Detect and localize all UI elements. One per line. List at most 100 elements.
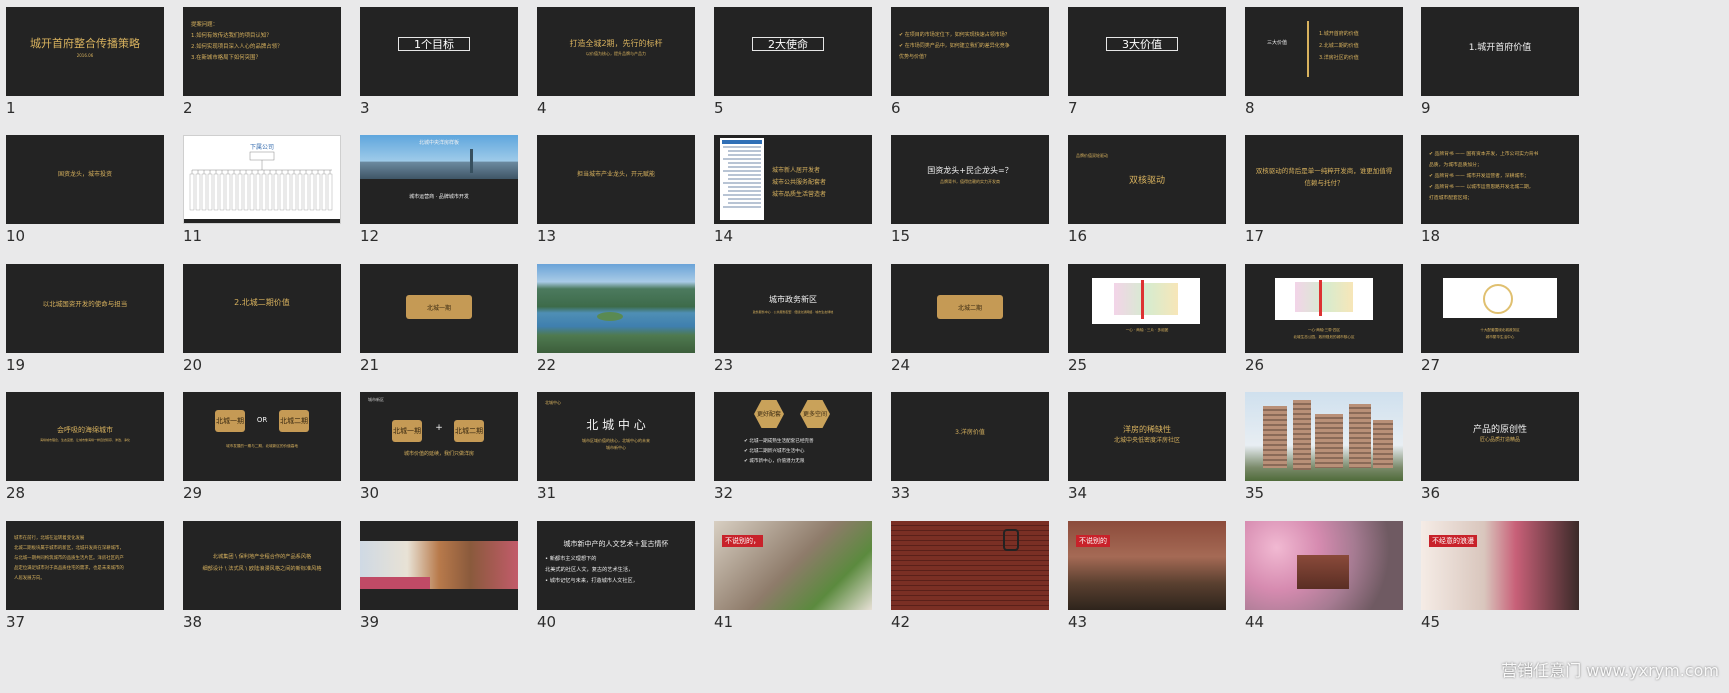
slide-preview[interactable] [1245, 392, 1403, 481]
slide-thumbnail-39[interactable]: 39 [360, 521, 518, 632]
slide-preview[interactable]: 三大价值 1.城开首府的价值 2.北城二期的价值 3.洋房社区的价值 [1245, 7, 1403, 96]
slide-preview[interactable]: 城市新人居开发者 城市公共服务配套者 城市品质生活营造者 [714, 135, 872, 224]
slide-preview[interactable]: 产品的原创性 匠心品质打造精品 [1421, 392, 1579, 481]
title-pill: 北城二期 [937, 295, 1003, 319]
slide-preview[interactable]: 北城二期 [891, 264, 1049, 353]
slide-thumbnail-15[interactable]: 国资龙头+民企龙头=？ 品牌背书，值得信赖的实力开发商 15 [891, 135, 1049, 246]
slide-thumbnail-40[interactable]: 城市新中产的人文艺术＋复古情怀 • 新都市主义理想下的 北美式的社区人文，复古的艺… [537, 521, 695, 632]
title-box: 1个目标 [398, 37, 470, 51]
slide-thumbnail-17[interactable]: 双核驱动的背后是单一纯粹开发商，谁更加值得 信赖与托付？ 17 [1245, 135, 1403, 246]
slide-number: 14 [714, 227, 734, 245]
slide-thumbnail-41[interactable]: 不说别的， 41 [714, 521, 872, 632]
slide-thumbnail-19[interactable]: 以北城国资开发的使命与担当 19 [6, 264, 164, 375]
slide-thumbnail-45[interactable]: 不经意的浪漫 45 [1421, 521, 1579, 632]
slide-preview[interactable]: 1个目标 [360, 7, 518, 96]
slide-preview[interactable]: 北城中央洋房样板 城市运营商 · 品牌城市开发 [360, 135, 518, 224]
slide-preview[interactable]: 国资龙头+民企龙头=？ 品牌背书，值得信赖的实力开发商 [891, 135, 1049, 224]
slide-thumbnail-27[interactable]: 十大配套围绕北城政务区 城市繁华生活中心 27 [1421, 264, 1579, 375]
slide-preview[interactable]: 打造全城2期，先行的标杆 以价值为核心，提升品牌与产品力 [537, 7, 695, 96]
slide-number: 21 [360, 356, 380, 374]
slide-thumbnail-8[interactable]: 三大价值 1.城开首府的价值 2.北城二期的价值 3.洋房社区的价值 8 [1245, 7, 1403, 118]
slide-thumbnail-25[interactable]: 一心 · 两轴 · 三片 · 多组团 25 [1068, 264, 1226, 375]
slide-preview[interactable]: 双核驱动的背后是单一纯粹开发商，谁更加值得 信赖与托付？ [1245, 135, 1403, 224]
slide-preview[interactable] [537, 264, 695, 353]
slide-thumbnail-6[interactable]: ✔ 在项目的市场定位下，如何实现快速占领市场？ ✔ 在市场同类产品中，如何建立我们… [891, 7, 1049, 118]
slide-thumbnail-36[interactable]: 产品的原创性 匠心品质打造精品 36 [1421, 392, 1579, 503]
slide-preview[interactable]: 城开首府整合传播策略 2016.06 [6, 7, 164, 96]
slide-thumbnail-21[interactable]: 北城一期 21 [360, 264, 518, 375]
slide-thumbnail-1[interactable]: 城开首府整合传播策略 2016.06 1 [6, 7, 164, 118]
slide-preview[interactable]: 以北城国资开发的使命与担当 [6, 264, 164, 353]
slide-thumbnail-9[interactable]: 1.城开首府价值 9 [1421, 7, 1579, 118]
slide-preview[interactable] [1245, 521, 1403, 610]
slide-preview[interactable]: 提案问题： 1.如何有效传达我们的项目认知？ 2.如何实现项目深入人心的品牌占领？ 3… [183, 7, 341, 96]
slide-thumbnail-26[interactable]: 一心·两轴·三带·四区 北城生态公园，政府规划的城市核心区 26 [1245, 264, 1403, 375]
slide-thumbnail-18[interactable]: ✔ 品牌背书 —— 国有资本开发，上市公司实力背书 品质，为城市品质加分； ✔ 品… [1421, 135, 1579, 246]
slide-preview[interactable] [360, 521, 518, 610]
slide-thumbnail-2[interactable]: 提案问题： 1.如何有效传达我们的项目认知？ 2.如何实现项目深入人心的品牌占领？ 3… [183, 7, 341, 118]
slide-text-line: 细部设计 \ 法式风 \ 欧陆浪漫风格之间的新标准风格 [202, 566, 322, 572]
slide-thumbnail-13[interactable]: 担当城市产业龙头，开元赋能 13 [537, 135, 695, 246]
slide-thumbnail-3[interactable]: 1个目标 3 [360, 7, 518, 118]
slide-preview[interactable]: 不经意的浪漫 [1421, 521, 1579, 610]
slide-preview[interactable]: 下属公司 [183, 135, 341, 224]
slide-thumbnail-31[interactable]: 北城中心北 城 中 心城市区域价值的核心，北城中心的未来 城市新中心 31 [537, 392, 695, 503]
slide-preview[interactable]: 1.城开首府价值 [1421, 7, 1579, 96]
slide-title: 城开首府整合传播策略 [30, 37, 140, 50]
slide-thumbnail-14[interactable]: 城市新人居开发者 城市公共服务配套者 城市品质生活营造者 14 [714, 135, 872, 246]
slide-thumbnail-4[interactable]: 打造全城2期，先行的标杆 以价值为核心，提升品牌与产品力 4 [537, 7, 695, 118]
slide-thumbnail-16[interactable]: 品牌价值双轮驱动 双核驱动 16 [1068, 135, 1226, 246]
slide-thumbnail-11[interactable]: 下属公司 11 [183, 135, 341, 246]
slide-thumbnail-32[interactable]: 更好配套 更多空间 ✔ 北城一期成熟生活配套已经完善 ✔ 北城二期新兴城市生活中心 ✔ … [714, 392, 872, 503]
slide-thumbnail-30[interactable]: 城市新区 北城一期 北城二期 + 城市价值的延续，我们只做洋房 30 [360, 392, 518, 503]
slide-preview[interactable]: 北城一期 北城二期 OR 城市发展的一期与二期，北城新区的价值高地 [183, 392, 341, 481]
slide-preview[interactable]: 城市政务新区 政务服务中心 · 公共服务配套 · 便捷交通网络 · 城市生态绿地 [714, 264, 872, 353]
slide-thumbnail-22[interactable]: 22 [537, 264, 695, 375]
slide-thumbnail-35[interactable]: 35 [1245, 392, 1403, 503]
slide-preview[interactable]: ✔ 品牌背书 —— 国有资本开发，上市公司实力背书 品质，为城市品质加分； ✔ 品… [1421, 135, 1579, 224]
slide-thumbnail-44[interactable]: 44 [1245, 521, 1403, 632]
slide-preview[interactable]: 3大价值 [1068, 7, 1226, 96]
slide-preview[interactable] [891, 521, 1049, 610]
slide-preview[interactable]: 一心·两轴·三带·四区 北城生态公园，政府规划的城市核心区 [1245, 264, 1403, 353]
slide-preview[interactable]: 3.洋房价值 [891, 392, 1049, 481]
slide-text-line: 1.城开首府的价值 [1319, 31, 1359, 37]
slide-preview[interactable]: 城市新区 北城一期 北城二期 + 城市价值的延续，我们只做洋房 [360, 392, 518, 481]
slide-preview[interactable]: 2大使命 [714, 7, 872, 96]
slide-thumbnail-24[interactable]: 北城二期 24 [891, 264, 1049, 375]
slide-thumbnail-34[interactable]: 洋房的稀缺性 北城中央低密度洋房社区 34 [1068, 392, 1226, 503]
slide-preview[interactable]: 国资龙头，城市投资 [6, 135, 164, 224]
slide-thumbnail-42[interactable]: 42 [891, 521, 1049, 632]
slide-text-line: ✔ 品牌背书 —— 以城市运营思路开发北城二期， [1429, 185, 1534, 190]
slide-number: 41 [714, 613, 734, 631]
slide-preview[interactable]: ✔ 在项目的市场定位下，如何实现快速占领市场？ ✔ 在市场同类产品中，如何建立我们… [891, 7, 1049, 96]
slide-thumbnail-28[interactable]: 会呼吸的海绵城市 海绵城市理念，生态宜居，让城市像海绵一样自然积存、渗透、净化 28 [6, 392, 164, 503]
slide-preview[interactable]: 会呼吸的海绵城市 海绵城市理念，生态宜居，让城市像海绵一样自然积存、渗透、净化 [6, 392, 164, 481]
slide-thumbnail-38[interactable]: 北城集团 \ 保利地产全程合作的产品系风格 细部设计 \ 法式风 \ 欧陆浪漫风格… [183, 521, 341, 632]
slide-preview[interactable]: 十大配套围绕北城政务区 城市繁华生活中心 [1421, 264, 1579, 353]
slide-preview[interactable]: 北城集团 \ 保利地产全程合作的产品系风格 细部设计 \ 法式风 \ 欧陆浪漫风格… [183, 521, 341, 610]
slide-preview[interactable]: 2.北城二期价值 [183, 264, 341, 353]
slide-thumbnail-7[interactable]: 3大价值 7 [1068, 7, 1226, 118]
slide-thumbnail-20[interactable]: 2.北城二期价值 20 [183, 264, 341, 375]
slide-thumbnail-43[interactable]: 不说别的 43 [1068, 521, 1226, 632]
slide-preview[interactable]: 城市新中产的人文艺术＋复古情怀 • 新都市主义理想下的 北美式的社区人文，复古的艺… [537, 521, 695, 610]
slide-preview[interactable]: 一心 · 两轴 · 三片 · 多组团 [1068, 264, 1226, 353]
slide-preview[interactable]: 更好配套 更多空间 ✔ 北城一期成熟生活配套已经完善 ✔ 北城二期新兴城市生活中心 ✔ … [714, 392, 872, 481]
slide-preview[interactable]: 不说别的 [1068, 521, 1226, 610]
slide-preview[interactable]: 品牌价值双轮驱动 双核驱动 [1068, 135, 1226, 224]
slide-preview[interactable]: 不说别的， [714, 521, 872, 610]
slide-preview[interactable]: 城市在前行，北城在运转着变化发展 北城二期板块属于城市的新区，北城开发商在深耕城… [6, 521, 164, 610]
slide-preview[interactable]: 北城一期 [360, 264, 518, 353]
slide-preview[interactable]: 北城中心北 城 中 心城市区域价值的核心，北城中心的未来 城市新中心 [537, 392, 695, 481]
slide-preview[interactable]: 担当城市产业龙头，开元赋能 [537, 135, 695, 224]
slide-thumbnail-29[interactable]: 北城一期 北城二期 OR 城市发展的一期与二期，北城新区的价值高地 29 [183, 392, 341, 503]
slide-thumbnail-12[interactable]: 北城中央洋房样板 城市运营商 · 品牌城市开发 12 [360, 135, 518, 246]
slide-thumbnail-5[interactable]: 2大使命 5 [714, 7, 872, 118]
slide-preview[interactable]: 洋房的稀缺性 北城中央低密度洋房社区 [1068, 392, 1226, 481]
slide-thumbnail-10[interactable]: 国资龙头，城市投资 10 [6, 135, 164, 246]
slide-thumbnail-37[interactable]: 城市在前行，北城在运转着变化发展 北城二期板块属于城市的新区，北城开发商在深耕城… [6, 521, 164, 632]
brick-wall-photo [891, 521, 1049, 610]
slide-thumbnail-23[interactable]: 城市政务新区 政务服务中心 · 公共服务配套 · 便捷交通网络 · 城市生态绿地 2… [714, 264, 872, 375]
slide-thumbnail-33[interactable]: 3.洋房价值 33 [891, 392, 1049, 503]
